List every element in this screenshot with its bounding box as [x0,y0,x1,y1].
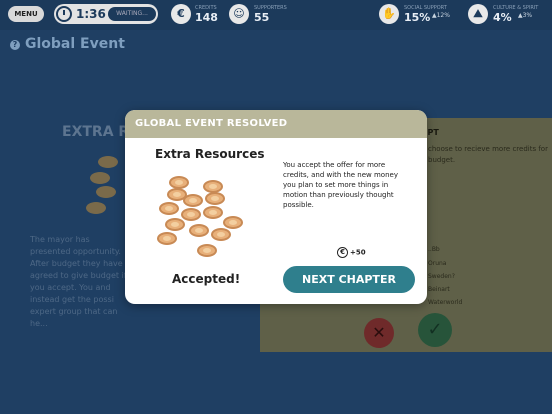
clock-icon [56,6,72,22]
accept-check-icon: ✓ [418,313,452,347]
page-title: ? Global Event [10,36,125,52]
credits-icon: € [171,4,191,24]
page-title-text: Global Event [25,36,125,52]
list-item: Oruna [428,260,447,267]
list-item: Sweden? [428,273,455,280]
supporters-icon: ☺ [229,4,249,24]
event-name: Extra Resources [155,147,265,161]
modal-title: GLOBAL EVENT RESOLVED [135,118,288,129]
social-support-delta: ▲12% [432,12,450,19]
event-resolved-modal: GLOBAL EVENT RESOLVED Extra Resources Ac… [125,110,427,304]
help-icon[interactable]: ? [10,40,20,50]
reject-icon: ✕ [364,318,394,348]
modal-header: GLOBAL EVENT RESOLVED [125,110,427,138]
credits-value: 148 [195,11,218,24]
credit-change: € +50 [337,247,366,258]
social-support-value: 15% [404,11,431,24]
timer-value: 1:36 [76,7,106,21]
list-item: Waterworld [428,299,463,306]
background-event-text: The mayor has presented opportunity. Aft… [30,235,127,328]
supporters-value: 55 [254,11,270,24]
credit-change-value: +50 [350,248,366,257]
next-chapter-button[interactable]: NEXT CHAPTER [283,266,415,293]
list-item: ..Bb [428,246,440,253]
outcome-text: You accept the offer for more credits, a… [283,161,398,209]
status-badge: WAITING... [108,7,156,21]
coins-icon [153,176,249,262]
result-label: Accepted! [172,272,241,286]
credit-icon: € [337,247,348,258]
menu-button[interactable]: MENU [8,6,44,22]
culture-value: 4% [493,11,512,24]
culture-icon: ⛰ [468,4,488,24]
background-card-text: choose to recieve more credits for budge… [428,145,548,164]
list-item: Beinart [428,286,450,293]
culture-delta: ▲3% [518,12,533,19]
social-support-icon: ✋ [379,4,399,24]
